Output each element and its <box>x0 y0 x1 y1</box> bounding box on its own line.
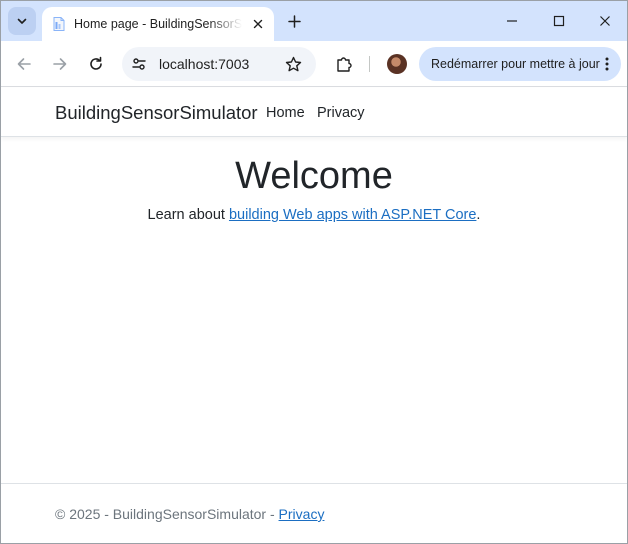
tab-close-button[interactable] <box>248 14 268 34</box>
maximize-icon <box>553 15 565 27</box>
plus-icon <box>287 14 301 28</box>
page-heading: Welcome <box>235 155 393 197</box>
browser-window: Home page - BuildingSensorSimulator <box>0 0 628 544</box>
update-button[interactable]: Redémarrer pour mettre à jour <box>419 47 621 81</box>
browser-toolbar: localhost:7003 Redémarrer pour mettre à … <box>1 41 627 87</box>
new-tab-button[interactable] <box>282 9 306 33</box>
minimize-icon <box>507 20 517 22</box>
forward-button[interactable] <box>46 50 74 78</box>
close-icon <box>600 16 610 26</box>
minimize-button[interactable] <box>497 7 527 35</box>
learn-text: Learn about building Web apps with ASP.N… <box>1 206 627 224</box>
site-brand-link[interactable]: BuildingSensorSimulator <box>55 102 258 124</box>
learn-suffix: . <box>476 207 481 223</box>
reload-button[interactable] <box>82 50 110 78</box>
arrow-left-icon <box>17 58 31 70</box>
update-button-label: Redémarrer pour mettre à jour <box>431 57 600 71</box>
footer-divider <box>1 483 627 484</box>
tab-active[interactable]: Home page - BuildingSensorSimulator <box>42 7 274 41</box>
address-bar[interactable]: localhost:7003 <box>122 47 316 81</box>
back-button[interactable] <box>10 50 38 78</box>
url-text[interactable]: localhost:7003 <box>159 55 249 73</box>
close-window-button[interactable] <box>590 7 620 35</box>
aspnet-docs-link[interactable]: building Web apps with ASP.NET Core <box>229 207 476 223</box>
chevron-down-icon <box>17 18 27 24</box>
nav-link-privacy[interactable]: Privacy <box>317 104 365 122</box>
site-navbar: BuildingSensorSimulator Home Privacy <box>1 88 627 137</box>
profile-avatar[interactable] <box>387 54 407 74</box>
nav-link-home[interactable]: Home <box>266 104 305 122</box>
document-icon <box>53 17 65 31</box>
tab-title: Home page - BuildingSensorSimulator <box>74 17 242 31</box>
maximize-button[interactable] <box>544 7 574 35</box>
close-icon <box>253 19 263 29</box>
footer-privacy-link[interactable]: Privacy <box>279 506 325 522</box>
learn-prefix: Learn about <box>147 207 229 223</box>
bookmark-button[interactable] <box>282 53 304 75</box>
web-page: BuildingSensorSimulator Home Privacy Wel… <box>1 88 627 543</box>
kebab-menu-icon <box>605 57 609 71</box>
footer-copyright: © 2025 - BuildingSensorSimulator - <box>55 506 279 522</box>
browser-menu-button[interactable] <box>597 54 617 74</box>
tune-icon <box>132 58 146 70</box>
toolbar-separator <box>369 56 370 72</box>
arrow-right-icon <box>53 58 67 70</box>
extensions-button[interactable] <box>330 50 358 78</box>
reload-icon <box>90 56 102 70</box>
site-footer: © 2025 - BuildingSensorSimulator - Priva… <box>55 505 324 523</box>
tab-strip: Home page - BuildingSensorSimulator <box>1 1 627 41</box>
puzzle-icon <box>337 57 352 72</box>
star-icon <box>285 56 301 71</box>
tab-search-button[interactable] <box>8 7 36 35</box>
site-info-button[interactable] <box>130 55 148 73</box>
